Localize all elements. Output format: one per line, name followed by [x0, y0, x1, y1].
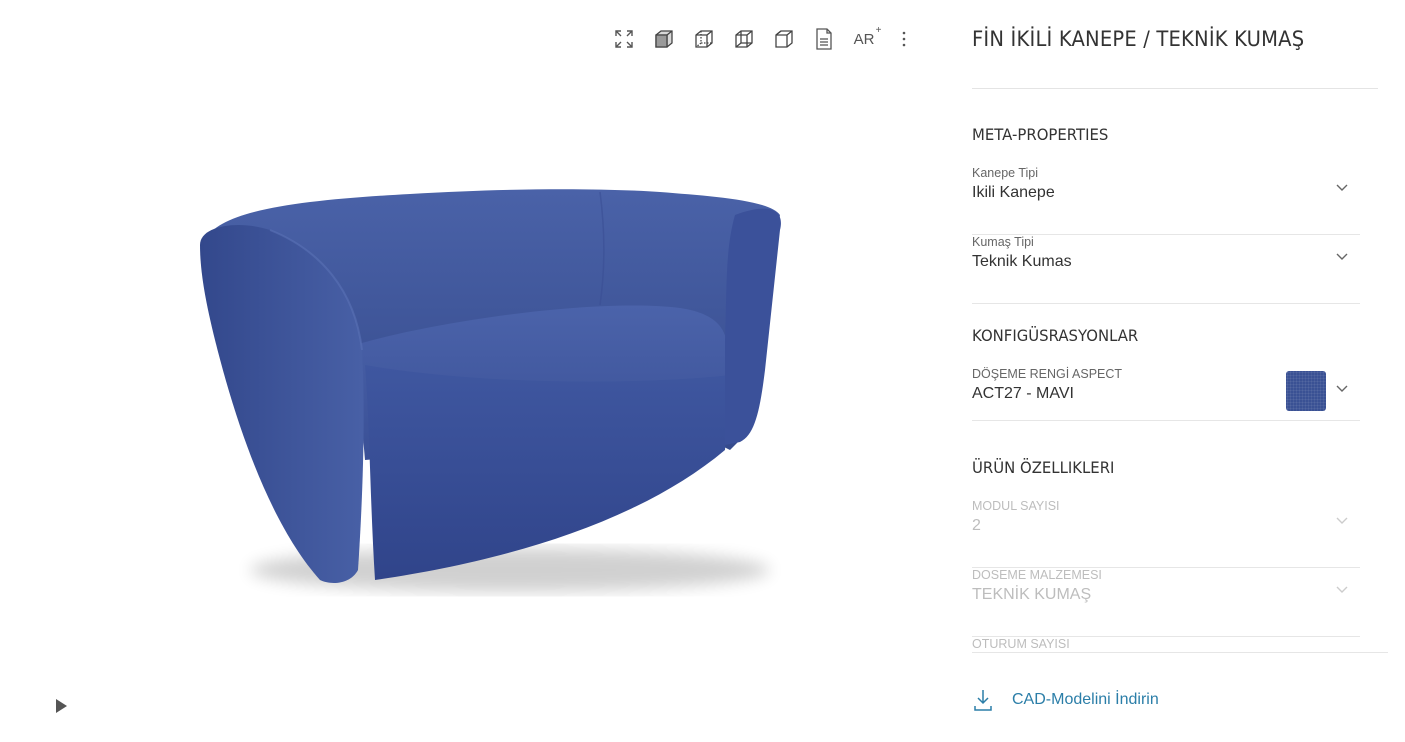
section-konfigurasyonlar: KONFIGÜSRASYONLAR — [972, 326, 1139, 345]
view-solid-cube-icon[interactable] — [644, 26, 684, 52]
fullscreen-icon[interactable] — [604, 26, 644, 52]
ar-superscript: + — [875, 24, 882, 36]
property-value: ACT27 - MAVI — [972, 385, 1074, 402]
product-title: FİN İKİLİ KANEPE / TEKNİK KUMAŞ — [972, 27, 1305, 51]
color-swatch[interactable] — [1286, 371, 1326, 411]
property-kanepe-tipi[interactable]: Kanepe Tipi Ikili Kanepe — [972, 166, 1360, 235]
document-icon[interactable] — [804, 26, 844, 52]
property-doseme-malzemesi: DOSEME MALZEMESI TEKNİK KUMAŞ — [972, 568, 1360, 637]
cad-download-label: CAD-Modelini İndirin — [1012, 691, 1159, 708]
product-3d-model[interactable] — [180, 170, 800, 620]
property-value: Ikili Kanepe — [972, 184, 1055, 201]
property-label: MODUL SAYISI — [972, 499, 1060, 513]
property-value: 2 — [972, 517, 981, 534]
chevron-down-icon — [1336, 385, 1348, 392]
configurator-panel: FİN İKİLİ KANEPE / TEKNİK KUMAŞ META-PRO… — [972, 0, 1388, 653]
property-modul-sayisi: MODUL SAYISI 2 — [972, 499, 1360, 568]
section-meta-properties: META-PROPERTIES — [972, 125, 1109, 144]
features-scroll-area[interactable]: MODUL SAYISI 2 DOSEME MALZEMESI TEKNİK K… — [972, 498, 1388, 653]
section-urun-ozellikleri: ÜRÜN ÖZELLIKLERI — [972, 458, 1115, 477]
chevron-down-icon — [1336, 586, 1348, 593]
view-side-cube-icon[interactable] — [724, 26, 764, 52]
play-button[interactable] — [54, 698, 68, 719]
property-value: TEKNİK KUMAŞ — [972, 586, 1092, 603]
property-label: DÖŞEME RENGİ ASPECT — [972, 367, 1123, 381]
chevron-down-icon — [1336, 253, 1348, 260]
divider — [972, 88, 1378, 89]
property-value: Teknik Kumas — [972, 253, 1072, 270]
chevron-down-icon — [1336, 517, 1348, 524]
property-doseme-rengi[interactable]: DÖŞEME RENGİ ASPECT ACT27 - MAVI — [972, 367, 1360, 421]
chevron-down-icon — [1336, 184, 1348, 191]
property-label: OTURUM SAYISI — [972, 637, 1070, 651]
view-top-cube-icon[interactable] — [764, 26, 804, 52]
property-label: DOSEME MALZEMESI — [972, 568, 1102, 582]
product-viewer[interactable]: AR + — [0, 0, 940, 742]
view-front-cube-icon[interactable] — [684, 26, 724, 52]
viewer-toolbar: AR + — [604, 24, 924, 52]
property-label: Kumaş Tipi — [972, 235, 1034, 249]
more-vertical-icon[interactable] — [884, 26, 924, 52]
download-icon — [974, 690, 992, 711]
play-icon — [56, 699, 67, 713]
ar-label: AR — [853, 30, 875, 48]
property-label: Kanepe Tipi — [972, 166, 1039, 180]
cad-download-link[interactable]: CAD-Modelini İndirin — [972, 688, 1159, 712]
property-oturum-sayisi: OTURUM SAYISI — [972, 637, 1360, 652]
ar-icon[interactable]: AR + — [844, 24, 884, 52]
property-kumas-tipi[interactable]: Kumaş Tipi Teknik Kumas — [972, 235, 1360, 304]
